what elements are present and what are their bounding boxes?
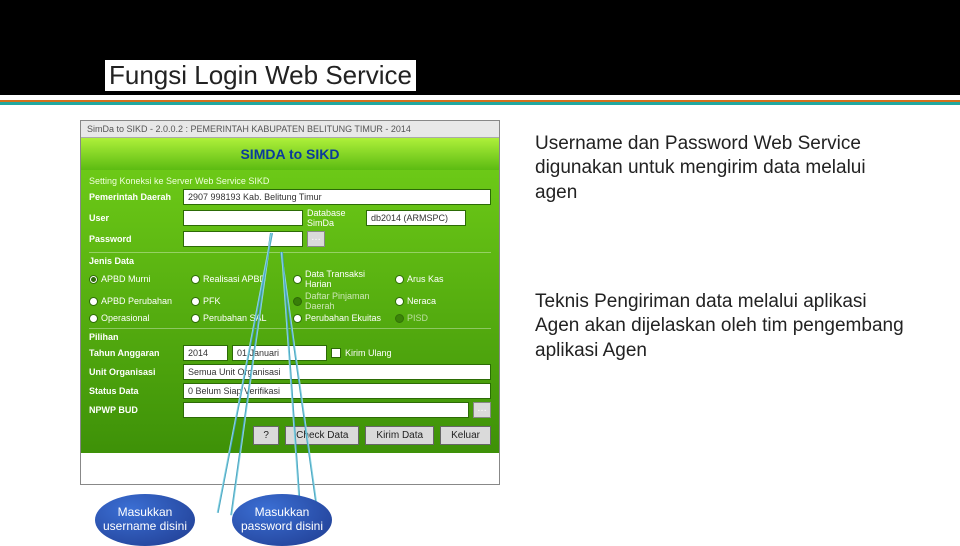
radio-neraca[interactable]: Neraca [395,291,491,311]
radio-realisasi[interactable]: Realisasi APBD [191,269,287,289]
kirim-ulang-checkbox[interactable] [331,348,341,358]
pemda-field[interactable]: 2907 998193 Kab. Belitung Timur [183,189,491,205]
radio-aruskas[interactable]: Arus Kas [395,269,491,289]
button-row: ? Check Data Kirim Data Keluar [89,426,491,445]
radio-grid: APBD Murni Realisasi APBD Data Transaksi… [89,269,491,323]
password-browse-button[interactable]: … [307,231,325,247]
unit-label: Unit Organisasi [89,367,179,377]
radio-perubahan-sal[interactable]: Perubahan SAL [191,313,287,323]
section-conn-label: Setting Koneksi ke Server Web Service SI… [89,176,491,186]
window-titlebar: SimDa to SIKD - 2.0.0.2 : PEMERINTAH KAB… [81,121,499,138]
divider-bar [0,100,960,105]
status-label: Status Data [89,386,179,396]
npwp-label: NPWP BUD [89,405,179,415]
radio-apbd-perubahan[interactable]: APBD Perubahan [89,291,185,311]
radio-pfk[interactable]: PFK [191,291,287,311]
unit-field[interactable]: Semua Unit Organisasi [183,364,491,380]
paragraph-2: Teknis Pengiriman data melalui aplikasi … [535,290,905,363]
tahun-field[interactable]: 2014 [183,345,228,361]
password-label: Password [89,234,179,244]
npwp-browse-button[interactable]: … [473,402,491,418]
npwp-field[interactable] [183,402,469,418]
radio-apbd-murni[interactable]: APBD Murni [89,269,185,289]
kirim-ulang-label: Kirim Ulang [345,348,392,358]
password-field[interactable] [183,231,303,247]
radio-pinjaman[interactable]: Daftar Pinjaman Daerah [293,291,389,311]
app-body: Setting Koneksi ke Server Web Service SI… [81,170,499,453]
callout-username: Masukkan username disini [95,494,195,546]
db-label: Database SimDa [307,208,362,228]
user-field[interactable] [183,210,303,226]
content-area: SimDa to SIKD - 2.0.0.2 : PEMERINTAH KAB… [0,120,960,540]
kirim-data-button[interactable]: Kirim Data [365,426,434,445]
radio-perubahan-ekuitas[interactable]: Perubahan Ekuitas [293,313,389,323]
radio-pisd[interactable]: PISD [395,313,491,323]
slide-title: Fungsi Login Web Service [105,60,416,91]
callout-password: Masukkan password disini [232,494,332,546]
app-screenshot: SimDa to SIKD - 2.0.0.2 : PEMERINTAH KAB… [80,120,500,485]
radio-transaksi[interactable]: Data Transaksi Harian [293,269,389,289]
tahun-label: Tahun Anggaran [89,348,179,358]
bulan-field[interactable]: 01 Januari [232,345,327,361]
help-button[interactable]: ? [253,426,279,445]
paragraph-1: Username dan Password Web Service diguna… [535,132,905,205]
db-field[interactable]: db2014 (ARMSPC) [366,210,466,226]
keluar-button[interactable]: Keluar [440,426,491,445]
status-field[interactable]: 0 Belum Siap Verifikasi [183,383,491,399]
app-hero-title: SIMDA to SIKD [81,138,499,170]
radio-operasional[interactable]: Operasional [89,313,185,323]
pilihan-label: Pilihan [89,332,491,342]
check-data-button[interactable]: Check Data [285,426,359,445]
jenis-data-label: Jenis Data [89,256,491,266]
pemda-label: Pemerintah Daerah [89,192,179,202]
user-label: User [89,213,179,223]
